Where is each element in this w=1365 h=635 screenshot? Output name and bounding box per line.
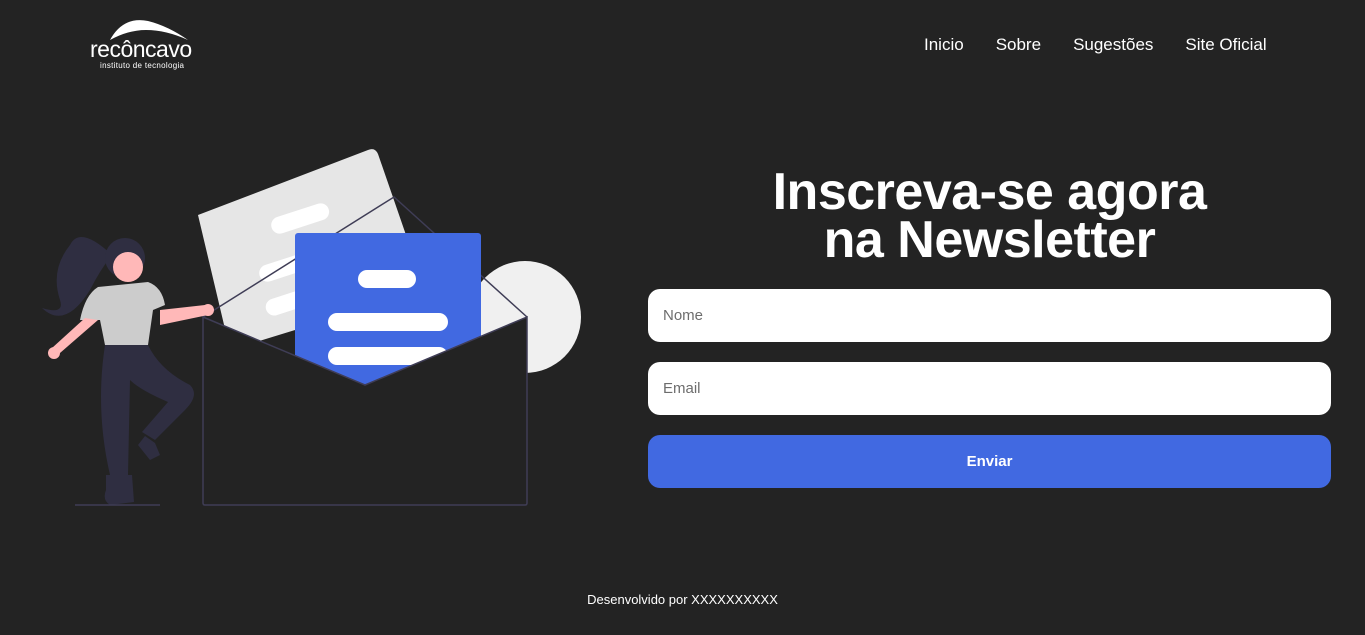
brand-logo[interactable]: recôncavo instituto de tecnologia bbox=[88, 18, 208, 73]
nav-link-sugestoes[interactable]: Sugestões bbox=[1073, 35, 1153, 55]
newsletter-illustration bbox=[30, 140, 590, 515]
nav-link-inicio[interactable]: Inicio bbox=[924, 35, 964, 55]
main-nav: Inicio Sobre Sugestões Site Oficial bbox=[924, 35, 1267, 55]
email-input[interactable] bbox=[648, 362, 1331, 415]
brand-subtitle: instituto de tecnologia bbox=[100, 61, 185, 70]
name-input[interactable] bbox=[648, 289, 1331, 342]
page-title: Inscreva-se agora na Newsletter bbox=[648, 163, 1331, 269]
title-line-1: Inscreva-se agora bbox=[772, 163, 1207, 221]
brand-name: recôncavo bbox=[90, 36, 192, 62]
newsletter-illustration-svg bbox=[42, 149, 581, 506]
title-line-2: na Newsletter bbox=[823, 211, 1156, 269]
footer-credit: Desenvolvido por XXXXXXXXXX bbox=[587, 592, 778, 607]
submit-button[interactable]: Enviar bbox=[648, 435, 1331, 488]
nav-link-sobre[interactable]: Sobre bbox=[996, 35, 1041, 55]
nav-link-site-oficial[interactable]: Site Oficial bbox=[1185, 35, 1266, 55]
